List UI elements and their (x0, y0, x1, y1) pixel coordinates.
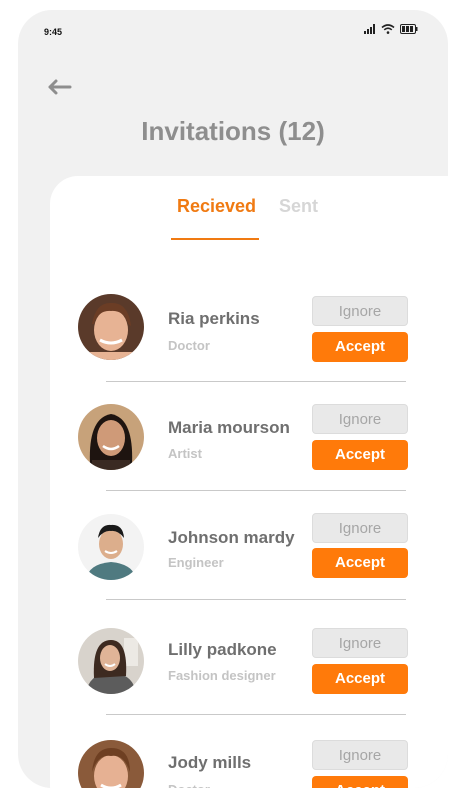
invitations-card: Recieved Sent Ria perkins Doctor Ignore … (50, 176, 448, 788)
invite-name: Jody mills (168, 753, 252, 772)
divider (106, 381, 406, 382)
list-item: Maria mourson Artist Ignore Accept (50, 390, 448, 498)
tab-bar: Recieved Sent (50, 196, 448, 240)
ignore-button[interactable]: Ignore (312, 296, 408, 326)
invite-role: Doctor (168, 338, 210, 353)
avatar (78, 514, 144, 580)
avatar (78, 628, 144, 694)
invite-name: Lilly padkone (168, 640, 277, 659)
list-item: Ria perkins Doctor Ignore Accept (50, 284, 448, 392)
ignore-button[interactable]: Ignore (312, 740, 408, 770)
signal-icon (364, 24, 375, 34)
invite-name: Ria perkins (168, 309, 260, 328)
tab-received[interactable]: Recieved (177, 196, 256, 217)
invite-role: Doctor (168, 782, 210, 788)
ignore-button[interactable]: Ignore (312, 628, 408, 658)
active-tab-indicator (171, 238, 259, 240)
status-time: 9:45 (44, 27, 63, 37)
list-item: Jody mills Doctor Ignore Accept (50, 726, 448, 788)
list-item: Johnson mardy Engineer Ignore Accept (50, 498, 448, 606)
accept-button[interactable]: Accept (312, 664, 408, 694)
invite-role: Fashion designer (168, 668, 276, 683)
invite-role: Engineer (168, 555, 224, 570)
avatar (78, 294, 144, 360)
avatar (78, 404, 144, 470)
avatar (78, 740, 144, 788)
accept-button[interactable]: Accept (312, 440, 408, 470)
invite-name: Johnson mardy (168, 528, 295, 547)
accept-button[interactable]: Accept (312, 332, 408, 362)
status-bar: 9:45 (18, 10, 448, 50)
invite-name: Maria mourson (168, 418, 290, 437)
page-title: Invitations (12) (141, 116, 325, 146)
battery-icon (400, 24, 418, 34)
accept-button[interactable]: Accept (312, 776, 408, 788)
back-button[interactable] (44, 72, 74, 102)
ignore-button[interactable]: Ignore (312, 404, 408, 434)
divider (106, 490, 406, 491)
accept-button[interactable]: Accept (312, 548, 408, 578)
tab-sent[interactable]: Sent (279, 196, 318, 217)
divider (106, 599, 406, 600)
divider (106, 714, 406, 715)
back-arrow-icon (48, 79, 72, 95)
phone-frame: 9:45 Invitations (12) Recieved Sent Ria … (18, 10, 448, 788)
ignore-button[interactable]: Ignore (312, 513, 408, 543)
invite-role: Artist (168, 446, 202, 461)
list-item: Lilly padkone Fashion designer Ignore Ac… (50, 612, 448, 720)
wifi-icon (381, 24, 395, 34)
